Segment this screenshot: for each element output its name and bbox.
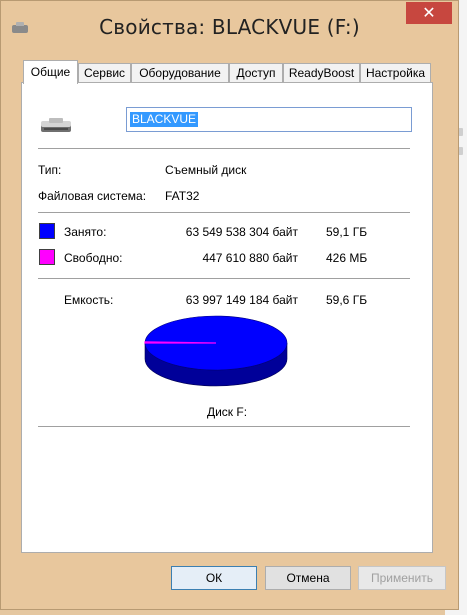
tab-customize[interactable]: Настройка bbox=[360, 63, 431, 82]
tab-general[interactable]: Общие bbox=[23, 60, 78, 84]
volume-name-text: BLACKVUE bbox=[130, 112, 199, 127]
divider bbox=[38, 212, 410, 213]
capacity-label: Емкость: bbox=[64, 293, 114, 307]
used-space-size: 59,1 ГБ bbox=[326, 225, 368, 239]
close-button[interactable]: ✕ bbox=[406, 2, 452, 24]
free-space-label: Свободно: bbox=[64, 251, 123, 265]
file-system-label: Файловая система: bbox=[38, 189, 147, 203]
used-space-bytes: 63 549 538 304 байт bbox=[185, 225, 298, 239]
disk-usage-pie-chart bbox=[144, 315, 288, 387]
free-space-bytes: 447 610 880 байт bbox=[202, 251, 298, 265]
free-space-color-swatch bbox=[39, 249, 55, 265]
tab-service[interactable]: Сервис bbox=[78, 63, 131, 82]
capacity-bytes: 63 997 149 184 байт bbox=[185, 293, 298, 307]
divider bbox=[38, 278, 410, 279]
general-tab-panel: BLACKVUE Тип: Съемный диск Файловая сист… bbox=[21, 82, 433, 553]
volume-name-input[interactable]: BLACKVUE bbox=[126, 107, 412, 132]
disk-label: Диск F: bbox=[206, 405, 248, 419]
removable-drive-icon bbox=[41, 118, 71, 132]
window-title: Свойства: BLACKVUE (F:) bbox=[99, 15, 360, 39]
tab-sharing[interactable]: Доступ bbox=[229, 63, 283, 82]
apply-button[interactable]: Применить bbox=[358, 566, 446, 590]
file-system-value: FAT32 bbox=[165, 189, 200, 203]
properties-window: Свойства: BLACKVUE (F:) ✕ Общие Сервис О… bbox=[0, 0, 467, 615]
ok-button[interactable]: ОК bbox=[171, 566, 257, 590]
free-space-size: 426 МБ bbox=[326, 251, 368, 265]
used-space-label: Занято: bbox=[64, 225, 107, 239]
divider bbox=[38, 148, 410, 149]
capacity-size: 59,6 ГБ bbox=[326, 293, 368, 307]
tab-hardware[interactable]: Оборудование bbox=[131, 63, 229, 82]
tab-readyboost[interactable]: ReadyBoost bbox=[283, 63, 360, 82]
type-value: Съемный диск bbox=[165, 163, 247, 177]
cancel-button[interactable]: Отмена bbox=[265, 566, 351, 590]
used-space-color-swatch bbox=[39, 223, 55, 239]
divider bbox=[38, 426, 410, 427]
type-label: Тип: bbox=[38, 163, 62, 177]
window-frame: Свойства: BLACKVUE (F:) ✕ Общие Сервис О… bbox=[0, 0, 459, 610]
